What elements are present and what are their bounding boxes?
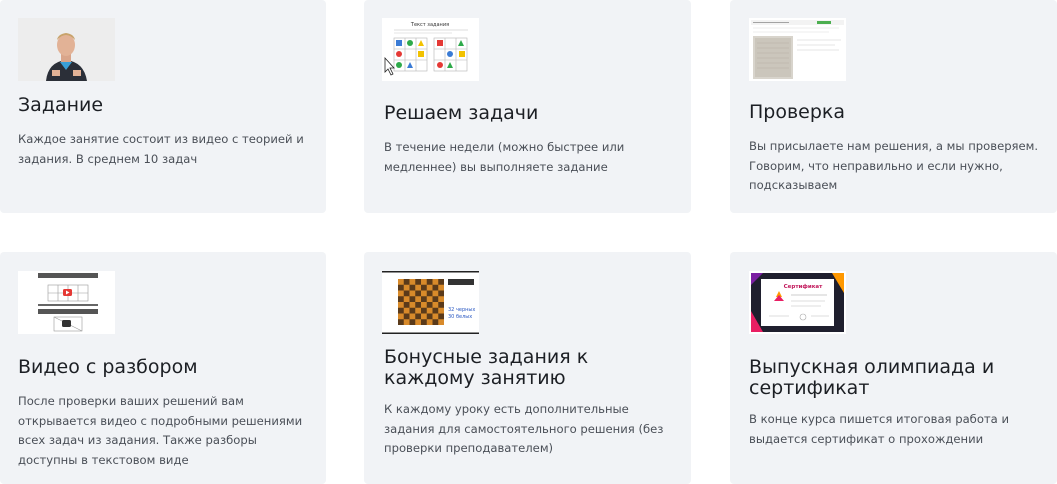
card-title: Проверка xyxy=(749,101,846,123)
card-description: После проверки ваших решений вам открыва… xyxy=(18,394,303,467)
card-title: Задание xyxy=(18,94,104,116)
card-description: В течение недели (можно быстрее или медл… xyxy=(384,140,625,174)
card-vypusknaya-olimpiada: Сертификат Выпускная олимпиада и сертифи… xyxy=(730,252,1057,484)
review-page-icon xyxy=(749,18,846,81)
card-reshaem-zadachi: Текст задания Решаем задачи В течение не… xyxy=(364,0,691,213)
thumbnail-caption-white: 30 белых xyxy=(448,314,472,320)
certificate-icon: Сертификат xyxy=(749,271,846,334)
card-proverka: Проверка Вы присылаете нам решения, а мы… xyxy=(730,0,1057,213)
video-player-icon xyxy=(18,271,115,334)
puzzle-task-icon: Текст задания xyxy=(382,18,479,81)
card-title: Видео с разбором xyxy=(18,356,198,378)
chessboard-icon: 32 черных 30 белых xyxy=(382,271,479,334)
card-title: Выпускная олимпиада и сертификат xyxy=(749,356,995,399)
card-description: К каждому уроку есть дополнительные зада… xyxy=(384,402,664,455)
thumbnail-caption: Сертификат xyxy=(784,283,824,290)
teacher-video-icon xyxy=(18,18,115,81)
card-description: В конце курса пишется итоговая работа и … xyxy=(749,412,1010,446)
card-video-s-razborom: Видео с разбором После проверки ваших ре… xyxy=(0,252,326,484)
card-bonusnye-zadaniya: 32 черных 30 белых Бонусные задания к ка… xyxy=(364,252,691,484)
card-title: Решаем задачи xyxy=(384,102,539,124)
thumbnail-caption-black: 32 черных xyxy=(448,307,475,313)
card-description: Вы присылаете нам решения, а мы проверяе… xyxy=(749,139,1039,192)
card-title: Бонусные задания к каждому занятию xyxy=(384,346,589,389)
thumbnail-caption: Текст задания xyxy=(410,22,449,28)
card-zadanie: Задание Каждое занятие состоит из видео … xyxy=(0,0,326,213)
card-description: Каждое занятие состоит из видео с теорие… xyxy=(18,132,304,166)
